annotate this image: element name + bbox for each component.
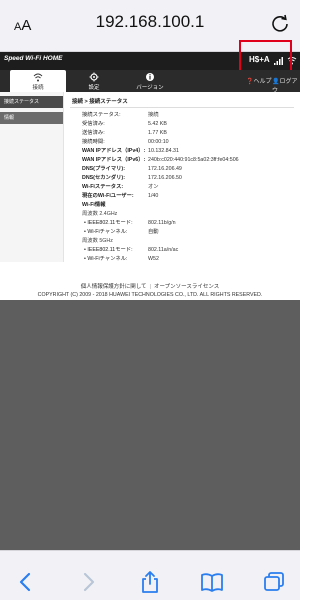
back-arrow-icon[interactable] bbox=[14, 571, 38, 593]
info-row: DNS(セカンダリ): 172.16.206.50 bbox=[82, 175, 182, 181]
gear-icon bbox=[89, 72, 99, 82]
copyright-text: COPYRIGHT (C) 2009 - 2018 HUAWEI TECHNOL… bbox=[37, 292, 263, 298]
router-logo: Speed Wi-Fi HOME bbox=[4, 55, 63, 62]
reload-icon[interactable] bbox=[270, 14, 290, 34]
breadcrumb: 接続 > 接続ステータス bbox=[70, 96, 294, 108]
info-row: 周波数 5GHz bbox=[82, 238, 113, 244]
sidebar: 接続ステータス 情報 bbox=[0, 92, 64, 262]
sidebar-item-info[interactable]: 情報 bbox=[0, 112, 63, 124]
info-row: IEEE802.11モード:802.11a/n/ac bbox=[70, 246, 294, 255]
text-size-button[interactable]: AA bbox=[14, 17, 31, 34]
footer-links: 個人情報保護方針に関して | オープンソースライセンス bbox=[80, 284, 220, 290]
status-panel: 接続 > 接続ステータス 接続ステータス: 接続 受信済み: 5.42 KB 送信済… bbox=[70, 96, 294, 264]
page-background bbox=[0, 300, 300, 550]
logout-link[interactable]: 👤ログアウ bbox=[272, 76, 300, 94]
browser-toolbar bbox=[0, 550, 300, 600]
info-row: DNS(プライマリ): 172.16.206.49 bbox=[82, 166, 182, 172]
open-source-license-link[interactable]: オープンソースライセンス bbox=[154, 284, 219, 290]
info-row: IEEE802.11モード:802.11b/g/n bbox=[70, 219, 294, 228]
url-field[interactable]: 192.168.100.1 bbox=[60, 12, 240, 32]
forward-arrow-icon[interactable] bbox=[76, 571, 100, 593]
info-row: 接続ステータス: 接続 bbox=[82, 112, 159, 118]
info-icon bbox=[146, 73, 154, 81]
info-row: WAN IPアドレス（IPv4）: 10.132.84.31 bbox=[82, 148, 179, 154]
info-row: WAN IPアドレス（IPv6）: 240b:c020:440:91c8:5a02… bbox=[82, 157, 239, 163]
info-row: 周波数 2.4GHz bbox=[82, 211, 118, 217]
sidebar-item-connection-status[interactable]: 接続ステータス bbox=[0, 96, 63, 108]
highlight-box bbox=[239, 40, 292, 72]
bookmarks-icon[interactable] bbox=[200, 571, 224, 593]
info-row: Wi-Fiチャンネル:W52 bbox=[70, 255, 294, 264]
info-row: 現在のWi-Fiユーザー: 1/40 bbox=[82, 193, 159, 199]
tab-version[interactable]: バージョン bbox=[122, 70, 178, 92]
share-icon[interactable] bbox=[138, 571, 162, 593]
info-row: Wi-Fiチャンネル:自動 bbox=[70, 228, 294, 237]
privacy-policy-link[interactable]: 個人情報保護方針に関して bbox=[81, 284, 147, 290]
wifi-icon bbox=[33, 73, 43, 82]
info-row: Wi-Fiステータス: オン bbox=[82, 184, 159, 190]
help-link[interactable]: ❓ヘルプ bbox=[246, 76, 272, 85]
info-row: 接続時間: 00:00:10 bbox=[82, 139, 169, 145]
info-row: 送信済み: 1.77 KB bbox=[82, 130, 167, 136]
info-row: Wi-Fi情報 bbox=[82, 202, 106, 208]
info-row: 受信済み: 5.42 KB bbox=[82, 121, 167, 127]
tab-settings[interactable]: 設定 bbox=[66, 70, 122, 92]
main-tab-bar: 接続 設定 バージョン ❓ヘルプ 👤ログアウ bbox=[0, 70, 300, 94]
tab-connection[interactable]: 接続 bbox=[10, 70, 66, 92]
tabs-icon[interactable] bbox=[262, 571, 286, 593]
